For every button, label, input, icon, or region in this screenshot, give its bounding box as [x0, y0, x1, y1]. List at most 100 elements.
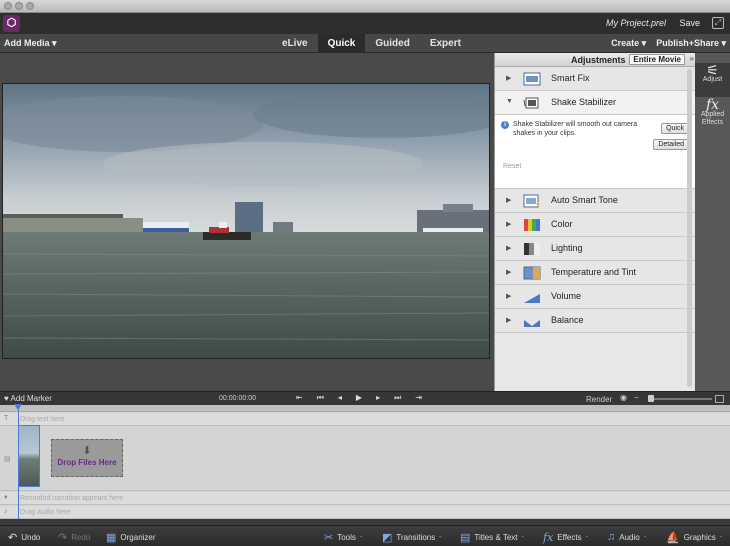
tab-elive[interactable]: eLive	[272, 34, 318, 53]
audio-button[interactable]: ♫ Audio -	[607, 531, 646, 543]
tools-label: Tools	[337, 533, 356, 542]
titles-label: Titles & Text	[474, 533, 518, 542]
publish-share-menu[interactable]: Publish+Share ▾	[656, 38, 726, 49]
detailed-button[interactable]: Detailed	[653, 139, 689, 150]
timeline-ruler[interactable]	[0, 405, 730, 412]
step-forward-icon[interactable]: ▸	[376, 393, 380, 403]
expand-arrow-icon[interactable]: ▶	[506, 292, 511, 300]
zoom-out-icon[interactable]: −	[634, 393, 639, 402]
narration-track-placeholder: Recorded narration appears here	[20, 495, 124, 502]
expand-arrow-icon[interactable]: ▶	[506, 268, 511, 276]
smart-fix-icon	[523, 72, 541, 86]
narration-track[interactable]: ♦ Recorded narration appears here	[0, 492, 730, 505]
go-to-end-icon[interactable]: ⇥	[415, 393, 422, 403]
adjustment-auto-smart-tone[interactable]: ▶ Auto Smart Tone	[495, 189, 695, 213]
undo-button[interactable]: ↶ Undo	[8, 531, 40, 544]
right-tool-strip: ⚟ Adjust fx Applied Effects	[695, 53, 730, 391]
video-clip[interactable]	[18, 425, 40, 487]
redo-label: Redo	[71, 533, 91, 542]
shake-stabilizer-icon	[523, 97, 539, 109]
undo-icon: ↶	[8, 532, 18, 544]
organizer-button[interactable]: ▦ Organizer	[106, 531, 156, 544]
monitor-panel	[0, 53, 494, 391]
collapse-arrow-icon[interactable]: ▼	[506, 98, 513, 105]
adjustment-shake-stabilizer[interactable]: ▼ Shake Stabilizer	[495, 91, 695, 115]
tab-guided[interactable]: Guided	[365, 34, 419, 53]
previous-edit-icon[interactable]: ⏮	[317, 393, 324, 403]
adjustment-temperature-tint[interactable]: ▶ Temperature and Tint	[495, 261, 695, 285]
adjustment-label: Balance	[551, 315, 584, 325]
entire-movie-button[interactable]: Entire Movie	[629, 54, 685, 65]
adjustment-volume[interactable]: ▶ Volume	[495, 285, 695, 309]
zoom-slider-handle[interactable]	[648, 395, 654, 402]
create-menu[interactable]: Create ▾	[611, 38, 646, 49]
video-preview[interactable]	[2, 83, 490, 359]
tab-expert[interactable]: Expert	[420, 34, 471, 53]
play-icon[interactable]: ▶	[356, 393, 362, 403]
adjustment-balance[interactable]: ▶ Balance	[495, 309, 695, 333]
undo-label: Undo	[21, 533, 41, 542]
transitions-icon: ◩	[382, 532, 393, 544]
add-marker-button[interactable]: ♥ Add Marker	[4, 394, 52, 403]
window-title-bar	[0, 0, 730, 13]
video-track-icon: ▤	[4, 456, 11, 463]
applied-effects-tool[interactable]: fx Applied Effects	[695, 97, 730, 135]
adjustments-scrollbar[interactable]	[687, 69, 692, 387]
bottom-toolbar: ↶ Undo ↷ Redo ▦ Organizer ✂ Tools - ◩ Transiti…	[0, 525, 730, 546]
timeline-zoom[interactable]: ◉ −	[620, 393, 716, 403]
add-media-menu[interactable]: Add Media ▾	[4, 38, 57, 49]
effects-label: Effects	[557, 533, 582, 542]
adjustment-lighting[interactable]: ▶ Lighting	[495, 237, 695, 261]
expand-arrow-icon[interactable]: ▶	[506, 244, 511, 252]
fx-icon: fx	[705, 97, 720, 113]
expand-arrow-icon[interactable]: ▶	[506, 316, 511, 324]
add-marker-label: Add Marker	[10, 394, 52, 403]
timeline-view-icon[interactable]	[715, 395, 724, 403]
reset-button[interactable]: Reset	[503, 163, 521, 170]
redo-button[interactable]: ↷ Redo	[58, 531, 90, 544]
collapse-panel-icon[interactable]: »	[690, 54, 694, 63]
minimize-window-button[interactable]	[15, 2, 23, 10]
playhead-handle[interactable]	[14, 404, 22, 410]
next-edit-icon[interactable]: ⏭	[394, 393, 401, 403]
expand-arrow-icon[interactable]: ▶	[506, 74, 511, 82]
close-window-button[interactable]	[4, 2, 12, 10]
audio-track-icon: ♪	[4, 508, 8, 515]
balance-icon	[524, 320, 540, 327]
redo-icon: ↷	[58, 532, 68, 544]
tools-icon: ✂	[324, 532, 334, 544]
tools-button[interactable]: ✂ Tools -	[324, 531, 362, 544]
graphics-button[interactable]: ⛵ Graphics -	[666, 531, 722, 544]
lighting-icon	[524, 243, 540, 255]
render-button[interactable]: Render	[586, 395, 612, 404]
zoom-slider[interactable]	[650, 398, 712, 400]
transitions-button[interactable]: ◩ Transitions -	[382, 531, 442, 544]
premiere-elements-logo: ⬡	[3, 15, 20, 32]
shake-stabilizer-options: i Shake Stabilizer will smooth out camer…	[495, 115, 695, 189]
timecode: 00:00:00:00	[219, 395, 256, 402]
adjustment-label: Color	[551, 219, 573, 229]
expand-arrow-icon[interactable]: ▶	[506, 196, 511, 204]
audio-track[interactable]: ♪ Drag audio here	[0, 506, 730, 519]
adjustment-color[interactable]: ▶ Color	[495, 213, 695, 237]
title-track[interactable]: T Drag text here	[0, 413, 730, 426]
tab-quick[interactable]: Quick	[317, 34, 366, 53]
expand-arrow-icon[interactable]: ▶	[506, 220, 511, 228]
timeline-controls: ♥ Add Marker 00:00:00:00 ⇤ ⏮ ◂ ▶ ▸ ⏭ ⇥ R…	[0, 391, 730, 405]
zoom-window-button[interactable]	[26, 2, 34, 10]
titles-text-button[interactable]: ▤ Titles & Text -	[460, 531, 524, 544]
effects-button[interactable]: fx Effects -	[543, 531, 588, 544]
adjustments-header: Adjustments Entire Movie »	[495, 53, 695, 67]
drop-files-zone[interactable]: ⬇ Drop Files Here	[51, 439, 123, 477]
adjustment-smart-fix[interactable]: ▶ Smart Fix	[495, 67, 695, 91]
title-track-placeholder: Drag text here	[20, 416, 65, 423]
mode-tabs: eLive Quick Guided Expert	[272, 34, 471, 53]
save-button[interactable]: Save	[679, 18, 700, 28]
adjust-tool[interactable]: ⚟ Adjust	[695, 63, 730, 97]
fullscreen-icon[interactable]: ⤢	[712, 17, 724, 29]
project-name: My Project.prel	[605, 18, 666, 28]
quick-button[interactable]: Quick	[661, 123, 689, 134]
step-back-icon[interactable]: ◂	[338, 393, 342, 403]
eye-icon[interactable]: ◉	[620, 393, 627, 402]
go-to-start-icon[interactable]: ⇤	[296, 393, 303, 403]
